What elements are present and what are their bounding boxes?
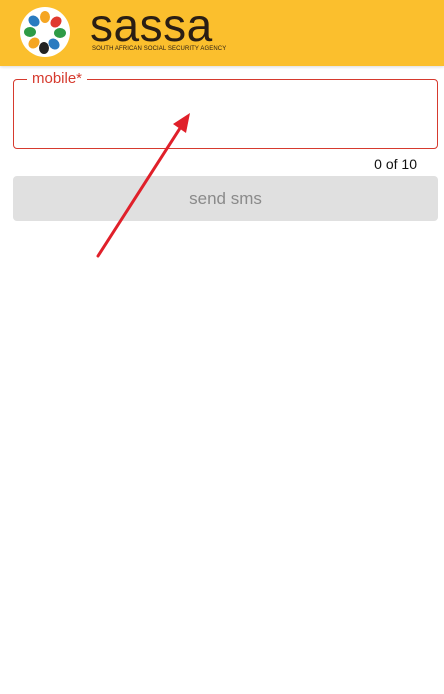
character-counter: 0 of 10 <box>374 156 417 172</box>
mobile-input[interactable] <box>26 96 422 132</box>
sassa-logo-icon <box>20 7 70 57</box>
mobile-field-label: mobile* <box>27 71 88 87</box>
brand-subtitle: SOUTH AFRICAN SOCIAL SECURITY AGENCY <box>92 46 227 52</box>
brand-name: sassa <box>90 0 213 51</box>
send-sms-button[interactable]: send sms <box>13 176 438 221</box>
mobile-field[interactable]: mobile* <box>13 71 438 149</box>
app-header: sassa SOUTH AFRICAN SOCIAL SECURITY AGEN… <box>0 0 444 66</box>
